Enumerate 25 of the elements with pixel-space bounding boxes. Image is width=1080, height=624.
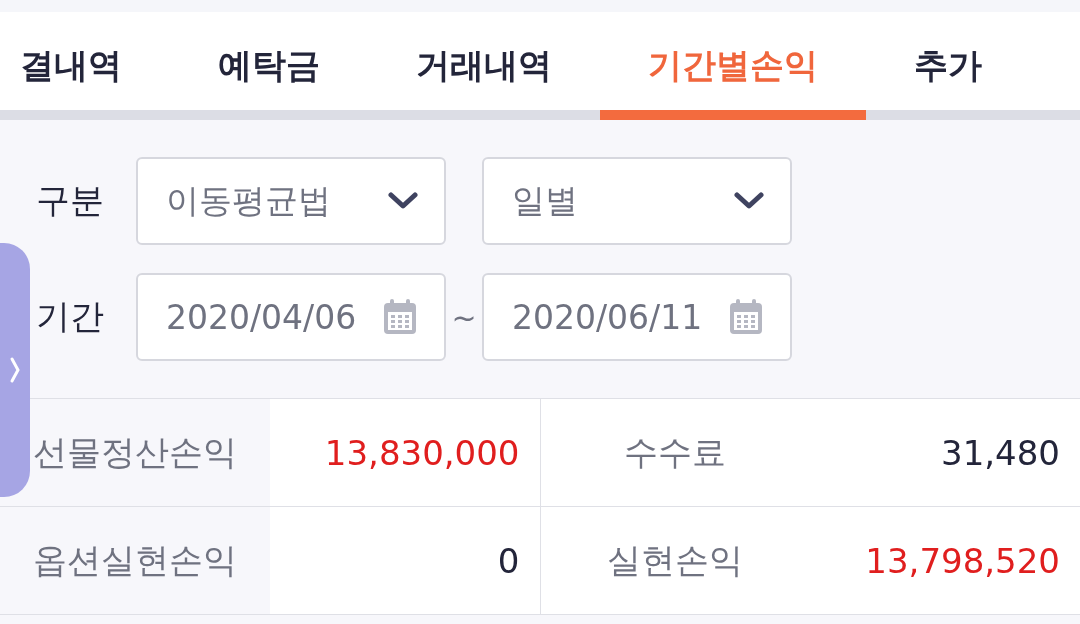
date-separator: ~ xyxy=(450,299,478,335)
calendar-icon xyxy=(728,298,764,336)
end-date-field[interactable]: 2020/06/11 xyxy=(482,273,792,361)
tab[interactable]: 추가 xyxy=(866,12,982,120)
summary-value: 31,480 xyxy=(810,398,1080,507)
chevron-down-icon xyxy=(734,192,764,210)
summary-value: 13,798,520 xyxy=(810,506,1080,615)
chevron-down-icon xyxy=(388,192,418,210)
method-dropdown[interactable]: 이동평균법 xyxy=(136,157,446,245)
interval-dropdown[interactable]: 일별 xyxy=(482,157,792,245)
summary-value: 0 xyxy=(270,506,540,615)
tab[interactable]: 결내역 xyxy=(0,12,170,120)
tab[interactable]: 예탁금 xyxy=(170,12,368,120)
tab[interactable]: 거래내역 xyxy=(368,12,600,120)
calendar-icon xyxy=(382,298,418,336)
summary-label: 옵션실현손익 xyxy=(0,506,270,615)
summary-value: 13,830,000 xyxy=(270,398,540,507)
tab[interactable]: 기간별손익 xyxy=(600,12,866,120)
period-label: 기간 xyxy=(36,295,105,338)
summary-label: 실현손익 xyxy=(540,506,810,615)
summary-label: 수수료 xyxy=(540,398,810,507)
start-date-field[interactable]: 2020/04/06 xyxy=(136,273,446,361)
category-label: 구분 xyxy=(36,179,105,222)
chevron-right-icon xyxy=(9,355,21,385)
side-panel-handle[interactable] xyxy=(0,243,30,497)
